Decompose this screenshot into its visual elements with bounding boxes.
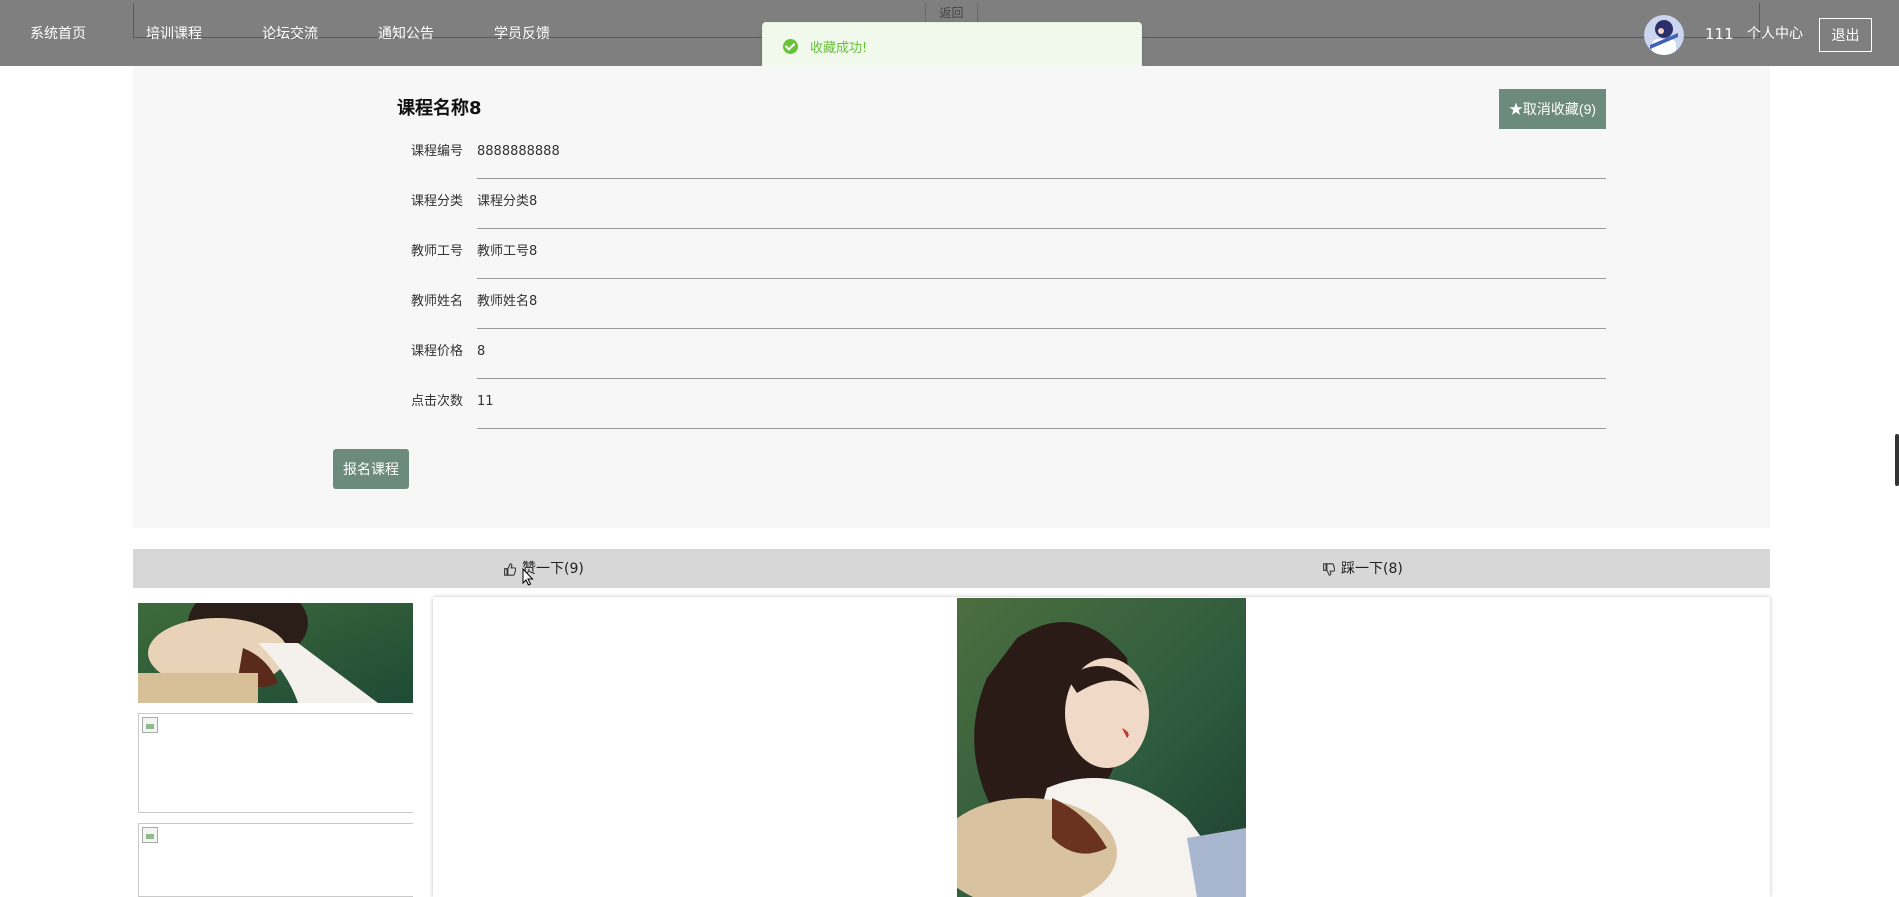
field-course-code: 课程编号 8888888888 <box>397 129 1606 179</box>
dislike-button[interactable]: 踩一下(8) <box>1322 559 1403 579</box>
field-value: 8888888888 <box>477 144 560 159</box>
thumbnail-photo <box>138 603 413 703</box>
field-value: 教师姓名8 <box>477 294 538 309</box>
page-root: 返回 系统首页 培训课程 论坛交流 通知公告 学员反馈 111 个人中心 退出 … <box>0 0 1899 897</box>
nav-item-feedback[interactable]: 学员反馈 <box>494 24 550 44</box>
nav-item-home[interactable]: 系统首页 <box>30 24 86 44</box>
profile-link[interactable]: 个人中心 <box>1747 24 1803 44</box>
field-value: 11 <box>477 394 494 409</box>
unfavorite-button[interactable]: ★取消收藏(9) <box>1499 89 1606 129</box>
gallery-thumbnail[interactable] <box>138 603 413 703</box>
username: 111 <box>1705 25 1734 43</box>
like-button[interactable]: 赞一下(9) <box>503 559 584 579</box>
nav-item-notices[interactable]: 通知公告 <box>378 24 434 44</box>
nav-item-forum[interactable]: 论坛交流 <box>262 24 318 44</box>
thumbs-up-icon <box>504 562 516 576</box>
field-label: 教师工号 <box>411 244 464 259</box>
field-value: 教师工号8 <box>477 244 538 259</box>
dislike-label: 踩一下(8) <box>1341 561 1403 577</box>
success-toast: 收藏成功! <box>762 22 1142 70</box>
field-label: 课程编号 <box>411 144 464 159</box>
toast-message: 收藏成功! <box>810 40 868 56</box>
back-button[interactable]: 返回 <box>925 3 978 23</box>
broken-image-icon <box>142 827 158 843</box>
field-label: 课程分类 <box>411 194 464 209</box>
main-photo <box>957 598 1246 897</box>
field-label: 点击次数 <box>411 394 464 409</box>
vote-bar: 赞一下(9) 踩一下(8) <box>133 549 1770 588</box>
thumbs-down-icon <box>1323 562 1335 576</box>
broken-image-icon <box>142 717 158 733</box>
field-teacher-name: 教师姓名 教师姓名8 <box>397 279 1606 329</box>
enroll-button[interactable]: 报名课程 <box>333 449 409 489</box>
logout-button[interactable]: 退出 <box>1819 18 1872 52</box>
gallery-thumbnail[interactable] <box>138 713 413 813</box>
field-value: 8 <box>477 344 486 359</box>
nav-item-courses[interactable]: 培训课程 <box>146 24 202 44</box>
field-click-count: 点击次数 11 <box>397 379 1606 429</box>
field-course-price: 课程价格 8 <box>397 329 1606 379</box>
field-value: 课程分类8 <box>477 194 538 209</box>
field-label: 教师姓名 <box>411 294 464 309</box>
field-teacher-id: 教师工号 教师工号8 <box>397 229 1606 279</box>
gallery-thumbnail[interactable] <box>138 823 413 897</box>
scrollbar-handle[interactable] <box>1895 434 1899 486</box>
course-title: 课程名称8 <box>397 98 482 119</box>
mouse-cursor-icon <box>522 567 534 590</box>
field-label: 课程价格 <box>411 344 464 359</box>
check-circle-icon <box>783 38 798 54</box>
field-course-category: 课程分类 课程分类8 <box>397 179 1606 229</box>
avatar[interactable] <box>1644 15 1684 55</box>
